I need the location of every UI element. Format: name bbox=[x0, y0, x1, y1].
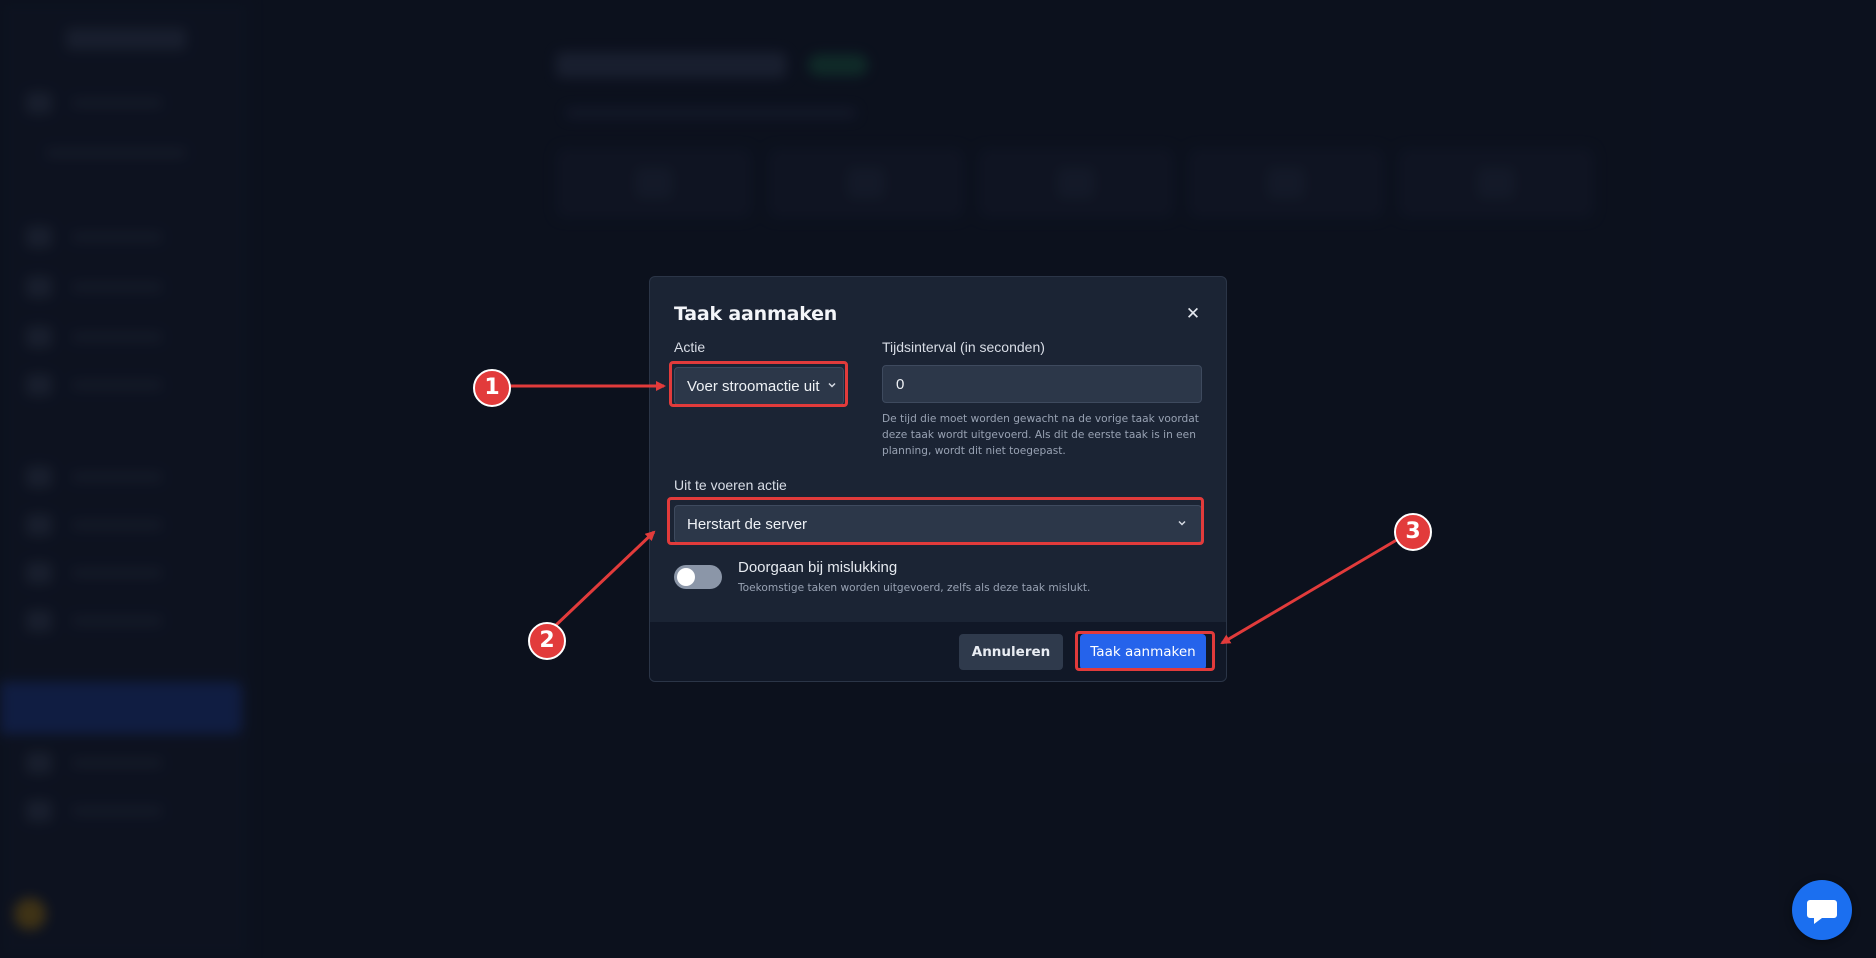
annotation-arrows bbox=[510, 381, 1401, 645]
arrow-3 bbox=[1220, 536, 1401, 645]
arrow-2 bbox=[553, 530, 656, 628]
annotation-badge-1: 1 bbox=[473, 369, 511, 407]
chat-button[interactable] bbox=[1792, 880, 1852, 940]
annotation-badge-2: 2 bbox=[528, 622, 566, 660]
annotation-badge-3: 3 bbox=[1394, 513, 1432, 551]
chat-bubble-icon bbox=[1807, 900, 1837, 924]
